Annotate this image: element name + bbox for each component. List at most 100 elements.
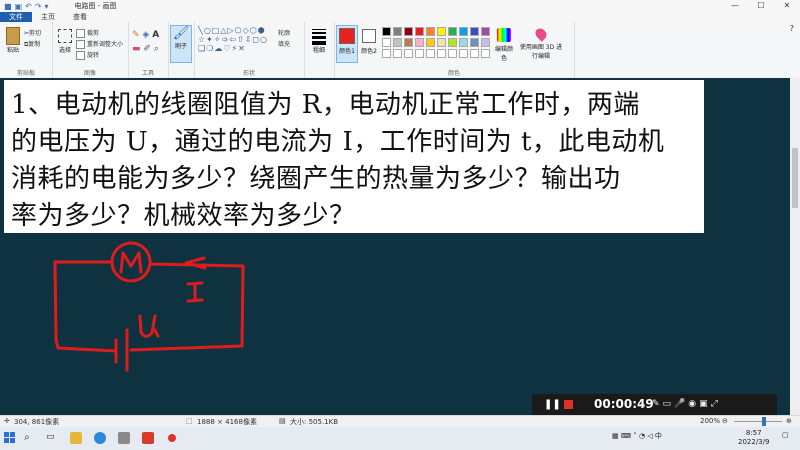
- palette-swatch[interactable]: [459, 38, 468, 47]
- tab-file[interactable]: 文件: [0, 12, 32, 22]
- rect-tool-icon[interactable]: ▭: [663, 399, 675, 409]
- shapes-gallery[interactable]: ╲○□△▷⬠◇⬡⬢ ☆✦✧➩⇦⇧⇩◻○ ❏❍☁♡⚡✕: [198, 26, 268, 53]
- zoom-in-button[interactable]: ⊕: [786, 417, 792, 425]
- palette-swatch-empty[interactable]: [382, 49, 391, 58]
- minimize-button[interactable]: —: [722, 0, 748, 12]
- tools-group-label: 工具: [141, 70, 154, 77]
- collapse-icon[interactable]: ⤢: [711, 399, 721, 409]
- palette-swatch[interactable]: [470, 38, 479, 47]
- stop-record-icon[interactable]: [564, 400, 573, 409]
- network-icon[interactable]: ▦: [612, 432, 619, 440]
- palette-swatch[interactable]: [437, 27, 446, 36]
- cut-button[interactable]: ✂剪切: [24, 28, 41, 37]
- rotate-icon: [76, 51, 85, 60]
- start-icon[interactable]: [4, 432, 16, 444]
- volume-icon[interactable]: ◁: [647, 432, 652, 440]
- palette-swatch[interactable]: [459, 27, 468, 36]
- resize-button[interactable]: 重新调整大小: [76, 39, 123, 49]
- zoom-out-button[interactable]: ⊖: [722, 417, 728, 425]
- outline-label: 轮廓: [278, 30, 291, 37]
- palette-swatch[interactable]: [470, 27, 479, 36]
- file-explorer-icon[interactable]: [70, 432, 82, 444]
- redo-icon[interactable]: ↷: [35, 2, 42, 11]
- chevron-up-icon[interactable]: ˄: [633, 432, 637, 440]
- palette-swatch[interactable]: [382, 38, 391, 47]
- palette-swatch[interactable]: [404, 38, 413, 47]
- tab-home[interactable]: 主页: [32, 12, 64, 22]
- ime-icon[interactable]: 中: [655, 432, 662, 440]
- palette-swatch[interactable]: [393, 27, 402, 36]
- paste-button[interactable]: 粘贴: [3, 26, 23, 62]
- save-icon[interactable]: ▣: [15, 2, 23, 11]
- color-picker-icon[interactable]: ✐: [143, 44, 151, 54]
- select-icon: [58, 29, 72, 43]
- brush-button[interactable]: 🖌 刷子: [170, 25, 192, 63]
- zoom-slider-thumb[interactable]: [762, 417, 766, 426]
- customize-dropdown-icon[interactable]: ▾: [45, 2, 49, 11]
- palette-swatch-empty[interactable]: [426, 49, 435, 58]
- screenshot-icon[interactable]: ▣: [699, 399, 711, 409]
- keyboard-icon[interactable]: ⌨: [621, 432, 631, 440]
- palette-swatch[interactable]: [437, 38, 446, 47]
- image-dimensions: 1888 × 4168像素: [197, 418, 257, 426]
- color1-button[interactable]: 颜色1: [336, 25, 358, 63]
- mic-icon[interactable]: 🎤: [674, 399, 688, 409]
- palette-swatch[interactable]: [404, 27, 413, 36]
- task-view-icon[interactable]: ▭: [46, 432, 58, 444]
- palette-swatch-empty[interactable]: [437, 49, 446, 58]
- clock[interactable]: 8:57 2022/3/9: [738, 429, 769, 447]
- paint-taskbar-icon[interactable]: [118, 432, 130, 444]
- select-button[interactable]: 选择: [55, 26, 75, 62]
- eraser-icon[interactable]: ▬: [132, 44, 141, 54]
- paint3d-button[interactable]: 使用画图 3D 进行编辑: [518, 25, 564, 65]
- pause-icon[interactable]: ❚❚: [544, 399, 561, 410]
- cursor-position: 304, 861像素: [14, 418, 60, 426]
- size-button[interactable]: 粗细: [307, 26, 331, 62]
- palette-swatch-empty[interactable]: [481, 49, 490, 58]
- rotate-button[interactable]: 旋转: [76, 50, 99, 60]
- wifi-icon[interactable]: ◔: [639, 432, 645, 440]
- camera-icon[interactable]: ◉: [688, 399, 699, 409]
- palette-swatch[interactable]: [393, 38, 402, 47]
- color2-button[interactable]: 颜色2: [358, 25, 380, 63]
- palette-swatch[interactable]: [448, 27, 457, 36]
- copy-button[interactable]: ⧉复制: [24, 39, 40, 49]
- palette-swatch-empty[interactable]: [415, 49, 424, 58]
- pen-tool-icon[interactable]: ✎: [652, 399, 663, 409]
- shape-outline-button[interactable]: 轮廓: [278, 28, 290, 37]
- palette-swatch[interactable]: [481, 27, 490, 36]
- palette-swatch[interactable]: [448, 38, 457, 47]
- palette-swatch-empty[interactable]: [404, 49, 413, 58]
- maximize-button[interactable]: ☐: [748, 0, 774, 12]
- search-icon[interactable]: ⌕: [24, 432, 36, 444]
- vertical-scrollbar[interactable]: [790, 78, 800, 415]
- wps-icon[interactable]: [142, 432, 154, 444]
- edge-icon[interactable]: [94, 432, 106, 444]
- palette-swatch[interactable]: [382, 27, 391, 36]
- edit-colors-button[interactable]: 编辑颜色: [492, 25, 516, 65]
- notification-icon[interactable]: ▢: [782, 431, 789, 439]
- shape-fill-button[interactable]: 填充: [278, 39, 290, 48]
- recorder-taskbar-icon[interactable]: [166, 432, 178, 444]
- palette-swatch[interactable]: [426, 27, 435, 36]
- help-icon[interactable]: ?: [790, 24, 794, 33]
- text-tool-icon[interactable]: A: [152, 30, 159, 40]
- palette-swatch[interactable]: [481, 38, 490, 47]
- tab-view[interactable]: 查看: [64, 12, 96, 22]
- pencil-icon[interactable]: ✎: [132, 30, 140, 40]
- palette-swatch[interactable]: [415, 27, 424, 36]
- palette-swatch[interactable]: [415, 38, 424, 47]
- palette-swatch-empty[interactable]: [459, 49, 468, 58]
- palette-swatch-empty[interactable]: [393, 49, 402, 58]
- question-line-3: 消耗的电能为多少？绕圈产生的热量为多少？输出功: [11, 164, 621, 194]
- palette-swatch-empty[interactable]: [470, 49, 479, 58]
- zoom-slider[interactable]: [734, 421, 782, 422]
- palette-swatch[interactable]: [426, 38, 435, 47]
- undo-icon[interactable]: ↶: [25, 2, 32, 11]
- close-button[interactable]: ✕: [774, 0, 800, 12]
- palette-swatch-empty[interactable]: [448, 49, 457, 58]
- magnifier-icon[interactable]: ⌕: [154, 44, 159, 54]
- crop-button[interactable]: 裁剪: [76, 28, 99, 38]
- scrollbar-thumb[interactable]: [792, 148, 798, 208]
- fill-bucket-icon[interactable]: ◈: [142, 30, 149, 40]
